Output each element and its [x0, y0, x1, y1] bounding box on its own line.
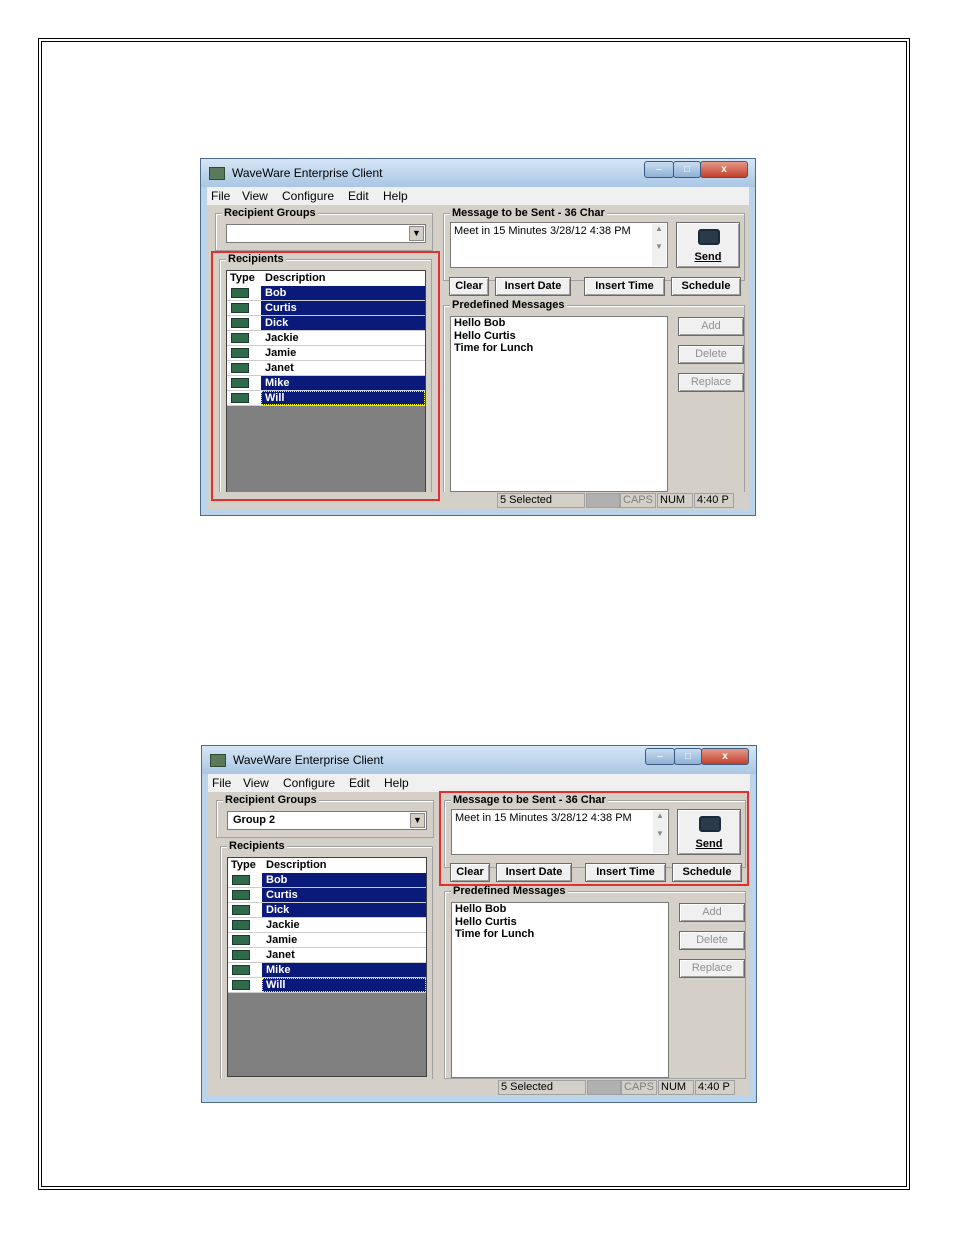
menu-edit[interactable]: Edit	[348, 189, 369, 203]
recipient-row[interactable]: Jamie	[228, 933, 426, 948]
replace-button[interactable]: Replace	[679, 959, 745, 978]
recipient-groups-combo[interactable]: ▼	[226, 224, 426, 243]
minimize-button[interactable]: –	[644, 161, 674, 178]
maximize-button[interactable]: □	[674, 748, 702, 765]
recipient-groups-combo[interactable]: Group 2 ▼	[227, 811, 427, 830]
message-input[interactable]: Meet in 15 Minutes 3/28/12 4:38 PM ▲ ▼	[450, 222, 668, 268]
list-item[interactable]: Time for Lunch	[451, 342, 667, 355]
insert-date-button[interactable]: Insert Date	[495, 277, 571, 296]
recipient-row[interactable]: Bob	[228, 873, 426, 888]
list-item[interactable]: Hello Curtis	[451, 330, 667, 343]
pager-icon	[232, 875, 250, 885]
recipient-groups-label: Recipient Groups	[222, 207, 318, 219]
predefined-list[interactable]: Hello Bob Hello Curtis Time for Lunch	[451, 902, 669, 1078]
recipient-row[interactable]: Curtis	[228, 888, 426, 903]
recipients-label: Recipients	[227, 840, 287, 852]
delete-button[interactable]: Delete	[679, 931, 745, 950]
close-button[interactable]: x	[701, 748, 749, 765]
menu-help[interactable]: Help	[384, 776, 409, 790]
predefined-list[interactable]: Hello Bob Hello Curtis Time for Lunch	[450, 316, 668, 492]
pager-icon	[232, 935, 250, 945]
message-label: Message to be Sent - 36 Char	[450, 207, 607, 219]
schedule-button[interactable]: Schedule	[671, 277, 741, 296]
list-item[interactable]: Hello Bob	[452, 903, 668, 916]
status-empty-pane	[586, 493, 620, 508]
pager-icon	[232, 950, 250, 960]
clear-button[interactable]: Clear	[449, 277, 489, 296]
pager-icon	[232, 920, 250, 930]
status-selected: 5 Selected	[497, 493, 585, 508]
highlight-box-recipients	[211, 251, 440, 501]
list-header: Type Description	[228, 858, 426, 874]
predefined-label: Predefined Messages	[450, 299, 567, 311]
maximize-button[interactable]: □	[673, 161, 701, 178]
chevron-down-icon[interactable]: ▼	[409, 226, 424, 241]
status-caps: CAPS	[620, 493, 656, 508]
predefined-label: Predefined Messages	[451, 885, 568, 897]
recipient-groups-group: Recipient Groups ▼	[215, 207, 433, 251]
pager-icon	[698, 229, 720, 245]
menu-view[interactable]: View	[243, 776, 269, 790]
menu-bar: File View Configure Edit Help	[208, 774, 750, 792]
status-time: 4:40 P	[695, 1080, 735, 1095]
list-item[interactable]: Time for Lunch	[452, 928, 668, 941]
app-icon	[210, 754, 226, 767]
insert-time-button[interactable]: Insert Time	[584, 277, 665, 296]
status-bar: 5 Selected CAPS NUM 4:40 P	[208, 1079, 750, 1096]
recipient-row[interactable]: Janet	[228, 948, 426, 963]
list-item[interactable]: Hello Bob	[451, 317, 667, 330]
recipient-row[interactable]: Will	[228, 978, 426, 993]
message-group: Message to be Sent - 36 Char Meet in 15 …	[443, 207, 745, 281]
title-bar: WaveWare Enterprise Client – □ x	[201, 159, 755, 187]
status-selected: 5 Selected	[498, 1080, 586, 1095]
title-bar: WaveWare Enterprise Client – □ x	[202, 746, 756, 774]
send-button[interactable]: Send	[676, 222, 740, 268]
screenshot-1: WaveWare Enterprise Client – □ x File Vi…	[200, 158, 756, 516]
recipients-list[interactable]: Type Description Bob Curtis Dick Jackie …	[227, 857, 427, 1077]
pager-icon	[232, 980, 250, 990]
status-num: NUM	[658, 1080, 694, 1095]
status-caps: CAPS	[621, 1080, 657, 1095]
add-button[interactable]: Add	[679, 903, 745, 922]
recipient-groups-value: Group 2	[233, 814, 276, 826]
pager-icon	[232, 905, 250, 915]
window-title: WaveWare Enterprise Client	[233, 753, 384, 767]
replace-button[interactable]: Replace	[678, 373, 744, 392]
list-item[interactable]: Hello Curtis	[452, 916, 668, 929]
recipient-groups-group: Recipient Groups Group 2 ▼	[216, 794, 434, 838]
menu-file[interactable]: File	[212, 776, 231, 790]
menu-configure[interactable]: Configure	[283, 776, 335, 790]
pager-icon	[232, 890, 250, 900]
recipient-row[interactable]: Jackie	[228, 918, 426, 933]
column-type[interactable]: Type	[231, 859, 256, 871]
close-button[interactable]: x	[700, 161, 748, 178]
predefined-group: Predefined Messages Hello Bob Hello Curt…	[443, 299, 745, 493]
highlight-box-message	[439, 791, 749, 886]
delete-button[interactable]: Delete	[678, 345, 744, 364]
screenshot-2: WaveWare Enterprise Client – □ x File Vi…	[201, 745, 757, 1103]
menu-help[interactable]: Help	[383, 189, 408, 203]
column-description[interactable]: Description	[266, 859, 327, 871]
menu-edit[interactable]: Edit	[349, 776, 370, 790]
menu-view[interactable]: View	[242, 189, 268, 203]
menu-file[interactable]: File	[211, 189, 230, 203]
chevron-down-icon[interactable]: ▼	[410, 813, 425, 828]
predefined-group: Predefined Messages Hello Bob Hello Curt…	[444, 885, 746, 1079]
app-icon	[209, 167, 225, 180]
status-time: 4:40 P	[694, 493, 734, 508]
menu-bar: File View Configure Edit Help	[207, 187, 749, 205]
menu-configure[interactable]: Configure	[282, 189, 334, 203]
message-scrollbar[interactable]: ▲ ▼	[652, 224, 666, 266]
recipient-groups-label: Recipient Groups	[223, 794, 319, 806]
status-empty-pane	[587, 1080, 621, 1095]
window-title: WaveWare Enterprise Client	[232, 166, 383, 180]
minimize-button[interactable]: –	[645, 748, 675, 765]
recipient-row[interactable]: Dick	[228, 903, 426, 918]
add-button[interactable]: Add	[678, 317, 744, 336]
pager-icon	[232, 965, 250, 975]
recipients-group: Recipients Type Description Bob Curtis D…	[220, 840, 433, 1080]
recipient-row[interactable]: Mike	[228, 963, 426, 978]
status-num: NUM	[657, 493, 693, 508]
